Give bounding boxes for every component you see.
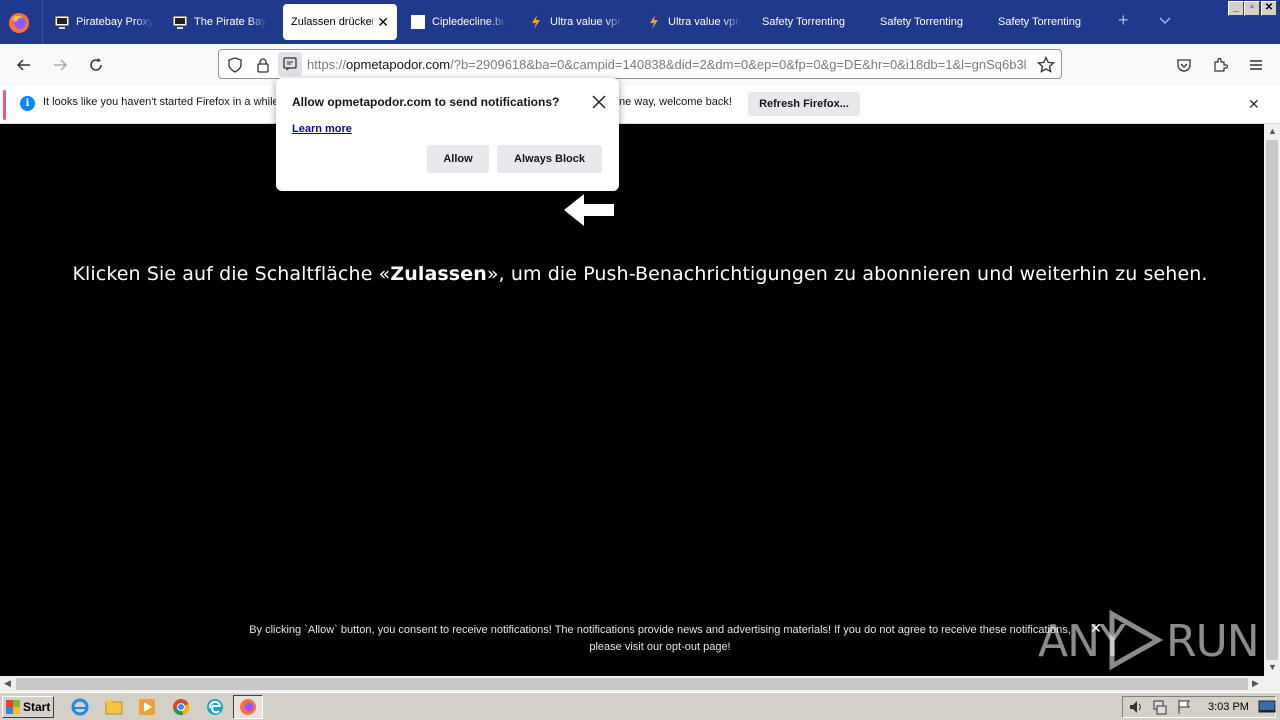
always-block-button[interactable]: Always Block	[497, 145, 602, 173]
shield-icon[interactable]	[226, 56, 244, 74]
page-headline: Klicken Sie auf die Schaltfläche «Zulass…	[0, 263, 1280, 285]
extensions-icon[interactable]	[1208, 53, 1232, 77]
tab-label: Safety Torrenting	[998, 16, 1081, 28]
learn-more-link[interactable]: Learn more	[292, 123, 352, 135]
opt-out-link[interactable]: please visit our opt-out page!	[150, 639, 1170, 656]
headline-bold: Zulassen	[390, 263, 487, 285]
info-icon: i	[20, 96, 35, 111]
scroll-right-icon[interactable]: ▶	[1252, 678, 1259, 689]
start-button[interactable]: Start	[2, 696, 54, 718]
tab-the-pirate-bay[interactable]: The Pirate Bay	[172, 4, 270, 40]
tab-label: Cipledecline.bu	[432, 16, 508, 28]
headline-text: Klicken Sie auf die Schaltfläche «	[72, 263, 391, 285]
tab-zulassen-druecken[interactable]: Zulassen drücken ✕	[283, 4, 397, 40]
lightning-icon	[528, 14, 544, 30]
disclaimer-line: By clicking `Allow` button, you consent …	[249, 624, 1071, 636]
notification-message-end: ne way, welcome back!	[619, 96, 732, 108]
internet-explorer-icon[interactable]	[70, 697, 90, 717]
scroll-left-icon[interactable]: ◀	[4, 678, 11, 689]
blank-page-icon	[410, 14, 426, 30]
tab-label: Piratebay Proxy	[76, 16, 154, 28]
url-text[interactable]: https://opmetapodor.com/?b=2909618&ba=0&…	[307, 57, 1029, 72]
lightning-icon	[646, 14, 662, 30]
tab-label: Zulassen drücken	[291, 16, 374, 28]
tab-separator	[42, 0, 43, 44]
notification-accent	[3, 90, 6, 120]
volume-icon[interactable]	[1128, 697, 1144, 717]
headline-text-end: », um die Push-Benachrichtigungen zu abo…	[486, 263, 1208, 285]
file-explorer-icon[interactable]	[104, 697, 124, 717]
url-bar[interactable]: https://opmetapodor.com/?b=2909618&ba=0&…	[218, 49, 1062, 79]
anyrun-watermark-logo: ANY RUN	[1038, 608, 1260, 672]
navigation-bar: https://opmetapodor.com/?b=2909618&ba=0&…	[0, 44, 1280, 86]
back-icon[interactable]	[12, 53, 36, 77]
page-content	[0, 124, 1264, 676]
firefox-icon[interactable]	[8, 12, 30, 34]
vertical-scrollbar[interactable]: ▲ ▼	[1264, 124, 1280, 676]
notification-permission-icon[interactable]	[278, 52, 302, 76]
clock[interactable]: 3:03 PM	[1208, 701, 1249, 713]
taskbar: Start 3:03 PM	[0, 692, 1280, 720]
windows-logo-icon	[6, 700, 20, 714]
notification-bar: i It looks like you haven't started Fire…	[0, 86, 1280, 124]
tab-cipledecline[interactable]: Cipledecline.bu	[410, 4, 508, 40]
url-query: /?b=2909618&ba=0&campid=140838&did=2&dm=…	[450, 57, 1027, 72]
monitor-icon	[172, 14, 188, 30]
scrollbar-thumb[interactable]	[1266, 140, 1278, 660]
notification-permission-popup: Allow opmetapodor.com to send notificati…	[276, 78, 619, 191]
tab-piratebay-proxy[interactable]: Piratebay Proxy	[54, 4, 154, 40]
close-tab-icon[interactable]: ✕	[377, 14, 389, 31]
minimize-icon[interactable]: _	[1228, 1, 1244, 16]
tab-label: Safety Torrenting	[762, 16, 845, 28]
tab-ultra-value-vpn-2[interactable]: Ultra value vpn	[646, 4, 742, 40]
tab-label: Ultra value vpn	[668, 16, 742, 28]
chrome-icon[interactable]	[171, 697, 191, 717]
tab-ultra-value-vpn-1[interactable]: Ultra value vpn	[528, 4, 624, 40]
notification-message: It looks like you haven't started Firefo…	[43, 96, 282, 108]
allow-button[interactable]: Allow	[427, 145, 489, 173]
reload-icon[interactable]	[84, 53, 108, 77]
tab-label: Ultra value vpn	[550, 16, 624, 28]
forward-icon[interactable]	[48, 53, 72, 77]
watermark-text: RUN	[1166, 616, 1260, 667]
new-tab-icon[interactable]: +	[1118, 10, 1129, 31]
tab-safety-torrenting-2[interactable]: Safety Torrenting	[880, 4, 984, 40]
url-scheme: https://	[307, 57, 347, 72]
scrollbar-thumb[interactable]	[16, 678, 1248, 690]
close-icon[interactable]: ✕	[1248, 96, 1260, 113]
lock-icon[interactable]	[254, 56, 272, 74]
refresh-firefox-button[interactable]: Refresh Firefox...	[748, 92, 860, 116]
tab-strip: Piratebay Proxy The Pirate Bay Zulassen …	[0, 0, 1280, 44]
scroll-up-icon[interactable]: ▲	[1268, 126, 1277, 136]
media-player-icon[interactable]	[137, 697, 157, 717]
menu-icon[interactable]	[1244, 53, 1268, 77]
firefox-icon[interactable]	[238, 697, 258, 717]
arrow-left-icon	[564, 194, 614, 226]
action-center-flag-icon[interactable]	[1176, 697, 1192, 717]
scroll-down-icon[interactable]: ▼	[1268, 662, 1277, 672]
permission-title: Allow opmetapodor.com to send notificati…	[292, 95, 560, 109]
play-icon	[1109, 610, 1164, 670]
close-icon[interactable]	[591, 94, 607, 110]
bookmark-star-icon[interactable]	[1037, 56, 1055, 74]
system-tray	[1122, 696, 1276, 718]
tab-label: The Pirate Bay	[194, 16, 267, 28]
disclaimer-text: By clicking `Allow` button, you consent …	[150, 622, 1170, 656]
start-label: Start	[23, 700, 51, 714]
edge-icon[interactable]	[205, 697, 225, 717]
restore-icon[interactable]: ▫	[1244, 1, 1260, 16]
chevron-down-icon[interactable]	[1158, 14, 1172, 28]
tab-safety-torrenting-3[interactable]: Safety Torrenting	[998, 4, 1102, 40]
horizontal-scrollbar[interactable]: ◀ ▶	[0, 676, 1280, 692]
pocket-icon[interactable]	[1172, 53, 1196, 77]
tab-safety-torrenting-1[interactable]: Safety Torrenting	[762, 4, 866, 40]
monitor-icon	[54, 14, 70, 30]
url-host: opmetapodor.com	[346, 57, 451, 72]
tab-label: Safety Torrenting	[880, 16, 963, 28]
show-desktop-icon[interactable]	[1258, 697, 1276, 717]
close-window-icon[interactable]: ✕	[1261, 1, 1277, 16]
network-icon[interactable]	[1152, 697, 1168, 717]
